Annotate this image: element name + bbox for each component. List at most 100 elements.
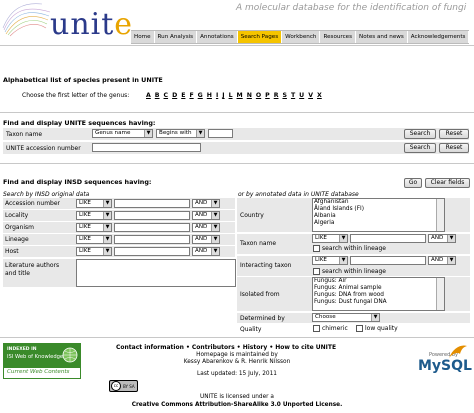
insd-op-select[interactable]: LIKE ▼ bbox=[76, 247, 112, 256]
insd-conj-select[interactable]: AND ▼ bbox=[192, 235, 220, 244]
nav-run-analysis[interactable]: Run Analysis bbox=[155, 31, 198, 43]
nav-workbench[interactable]: Workbench bbox=[282, 31, 321, 43]
letter-link-o[interactable]: O bbox=[256, 92, 261, 99]
cite-link[interactable]: How to cite UNITE bbox=[275, 344, 336, 351]
list-item[interactable]: Afghanistan bbox=[314, 199, 444, 206]
letter-link-j[interactable]: J bbox=[222, 92, 224, 99]
letter-link-s[interactable]: S bbox=[282, 92, 286, 99]
insd-field-input[interactable] bbox=[114, 235, 190, 244]
list-item[interactable]: Algeria bbox=[314, 220, 444, 227]
insd-op-select[interactable]: LIKE ▼ bbox=[76, 199, 112, 208]
license-line2[interactable]: Creative Commons Attribution-ShareAlike … bbox=[0, 402, 474, 408]
reset-button[interactable]: Reset bbox=[439, 143, 469, 153]
chimeric-option[interactable]: chimeric bbox=[313, 325, 348, 332]
list-item[interactable]: Fungus: Dust fungal DNA bbox=[314, 299, 444, 306]
insd-conj-select[interactable]: AND ▼ bbox=[192, 223, 220, 232]
list-item[interactable]: Fungus: Animal sample bbox=[314, 285, 444, 292]
insd-op-select[interactable]: LIKE ▼ bbox=[76, 211, 112, 220]
low-quality-option[interactable]: low quality bbox=[356, 325, 398, 332]
contributors-link[interactable]: Contributors bbox=[192, 344, 235, 351]
accession-input[interactable] bbox=[92, 143, 201, 152]
taxon-label: Taxon name bbox=[240, 240, 277, 247]
insd-field-label: Lineage bbox=[5, 236, 29, 243]
taxon-input[interactable] bbox=[208, 129, 233, 138]
list-item[interactable]: Åland Islands (FI) bbox=[314, 206, 444, 213]
insd-op-select[interactable]: LIKE ▼ bbox=[76, 223, 112, 232]
nav-search-pages[interactable]: Search Pages bbox=[237, 31, 283, 43]
clear-fields-button[interactable]: Clear fields bbox=[425, 178, 470, 188]
letter-link-r[interactable]: R bbox=[274, 92, 279, 99]
insd-field-input[interactable] bbox=[114, 247, 190, 256]
nav-notes-news[interactable]: Notes and news bbox=[356, 31, 408, 43]
chevron-down-icon: ▼ bbox=[196, 130, 204, 137]
go-button[interactable]: Go bbox=[404, 178, 422, 188]
taxon-conj-select[interactable]: AND ▼ bbox=[428, 234, 456, 243]
chevron-down-icon: ▼ bbox=[339, 235, 347, 242]
letter-link-d[interactable]: D bbox=[172, 92, 177, 99]
letter-link-p[interactable]: P bbox=[265, 92, 270, 99]
insd-op-select[interactable]: LIKE ▼ bbox=[76, 235, 112, 244]
row-bg bbox=[3, 128, 469, 140]
letter-link-c[interactable]: C bbox=[164, 92, 169, 99]
list-item[interactable]: Albania bbox=[314, 213, 444, 220]
letter-link-u[interactable]: U bbox=[299, 92, 304, 99]
checkbox[interactable] bbox=[313, 268, 320, 275]
interacting-input[interactable] bbox=[350, 256, 426, 265]
list-item[interactable]: Fungus: Air bbox=[314, 278, 444, 285]
within-lineage-option[interactable]: search within lineage bbox=[313, 245, 386, 252]
determined-select[interactable]: Choose ▼ bbox=[312, 313, 380, 322]
letter-link-f[interactable]: F bbox=[189, 92, 193, 99]
scrollbar[interactable] bbox=[436, 199, 444, 231]
scrollbar[interactable] bbox=[436, 278, 444, 310]
nav-home[interactable]: Home bbox=[131, 31, 155, 43]
main-nav: Home Run Analysis Annotations Search Pag… bbox=[131, 30, 470, 44]
taxon-field-select[interactable]: Genus name ▼ bbox=[92, 129, 153, 138]
checkbox[interactable] bbox=[313, 325, 320, 332]
search-button[interactable]: Search bbox=[404, 143, 436, 153]
insd-conj-select[interactable]: AND ▼ bbox=[192, 211, 220, 220]
isolated-listbox[interactable]: Fungus: Air Fungus: Animal sample Fungus… bbox=[312, 277, 445, 311]
nav-annotations[interactable]: Annotations bbox=[197, 31, 238, 43]
interacting-op-select[interactable]: LIKE ▼ bbox=[312, 256, 348, 265]
insd-field-input[interactable] bbox=[114, 199, 190, 208]
chevron-down-icon: ▼ bbox=[447, 257, 455, 264]
isi-badge[interactable]: INDEXED IN ISI Web of Knowledge℠ Current… bbox=[3, 343, 81, 379]
literature-textarea[interactable] bbox=[76, 259, 236, 287]
taxon-input[interactable] bbox=[350, 234, 426, 243]
letter-link-t[interactable]: T bbox=[291, 92, 295, 99]
chevron-down-icon: ▼ bbox=[211, 224, 219, 231]
country-listbox[interactable]: Afghanistan Åland Islands (FI) Albania A… bbox=[312, 198, 445, 232]
insd-conj-select[interactable]: AND ▼ bbox=[192, 199, 220, 208]
mysql-logo[interactable]: MySQL bbox=[418, 358, 472, 374]
cc-badge[interactable]: cc BY SA bbox=[109, 380, 138, 392]
interacting-conj-select[interactable]: AND ▼ bbox=[428, 256, 456, 265]
letter-link-n[interactable]: N bbox=[247, 92, 252, 99]
nav-acknowledgements[interactable]: Acknowledgements bbox=[408, 31, 470, 43]
letter-link-a[interactable]: A bbox=[146, 92, 151, 99]
insd-conj-select[interactable]: AND ▼ bbox=[192, 247, 220, 256]
letter-link-e[interactable]: E bbox=[181, 92, 185, 99]
insd-field-input[interactable] bbox=[114, 211, 190, 220]
taxon-op-select[interactable]: Begins with ▼ bbox=[156, 129, 205, 138]
taxon-op-select[interactable]: LIKE ▼ bbox=[312, 234, 348, 243]
reset-button[interactable]: Reset bbox=[439, 129, 469, 139]
history-link[interactable]: History bbox=[243, 344, 268, 351]
chevron-down-icon: ▼ bbox=[339, 257, 347, 264]
contact-link[interactable]: Contact information bbox=[116, 344, 184, 351]
checkbox[interactable] bbox=[313, 245, 320, 252]
nav-resources[interactable]: Resources bbox=[320, 31, 357, 43]
list-item[interactable]: Fungus: DNA from wood bbox=[314, 292, 444, 299]
letter-link-x[interactable]: X bbox=[317, 92, 322, 99]
within-lineage-option[interactable]: search within lineage bbox=[313, 268, 386, 275]
letter-link-m[interactable]: M bbox=[237, 92, 243, 99]
letter-link-g[interactable]: G bbox=[198, 92, 203, 99]
insd-field-label: Accession number bbox=[5, 200, 61, 207]
search-button[interactable]: Search bbox=[404, 129, 436, 139]
checkbox[interactable] bbox=[356, 325, 363, 332]
letter-link-h[interactable]: H bbox=[207, 92, 212, 99]
letter-link-b[interactable]: B bbox=[155, 92, 160, 99]
letter-link-v[interactable]: V bbox=[308, 92, 313, 99]
letter-link-i[interactable]: I bbox=[216, 92, 218, 99]
letter-link-l[interactable]: L bbox=[229, 92, 233, 99]
insd-field-input[interactable] bbox=[114, 223, 190, 232]
